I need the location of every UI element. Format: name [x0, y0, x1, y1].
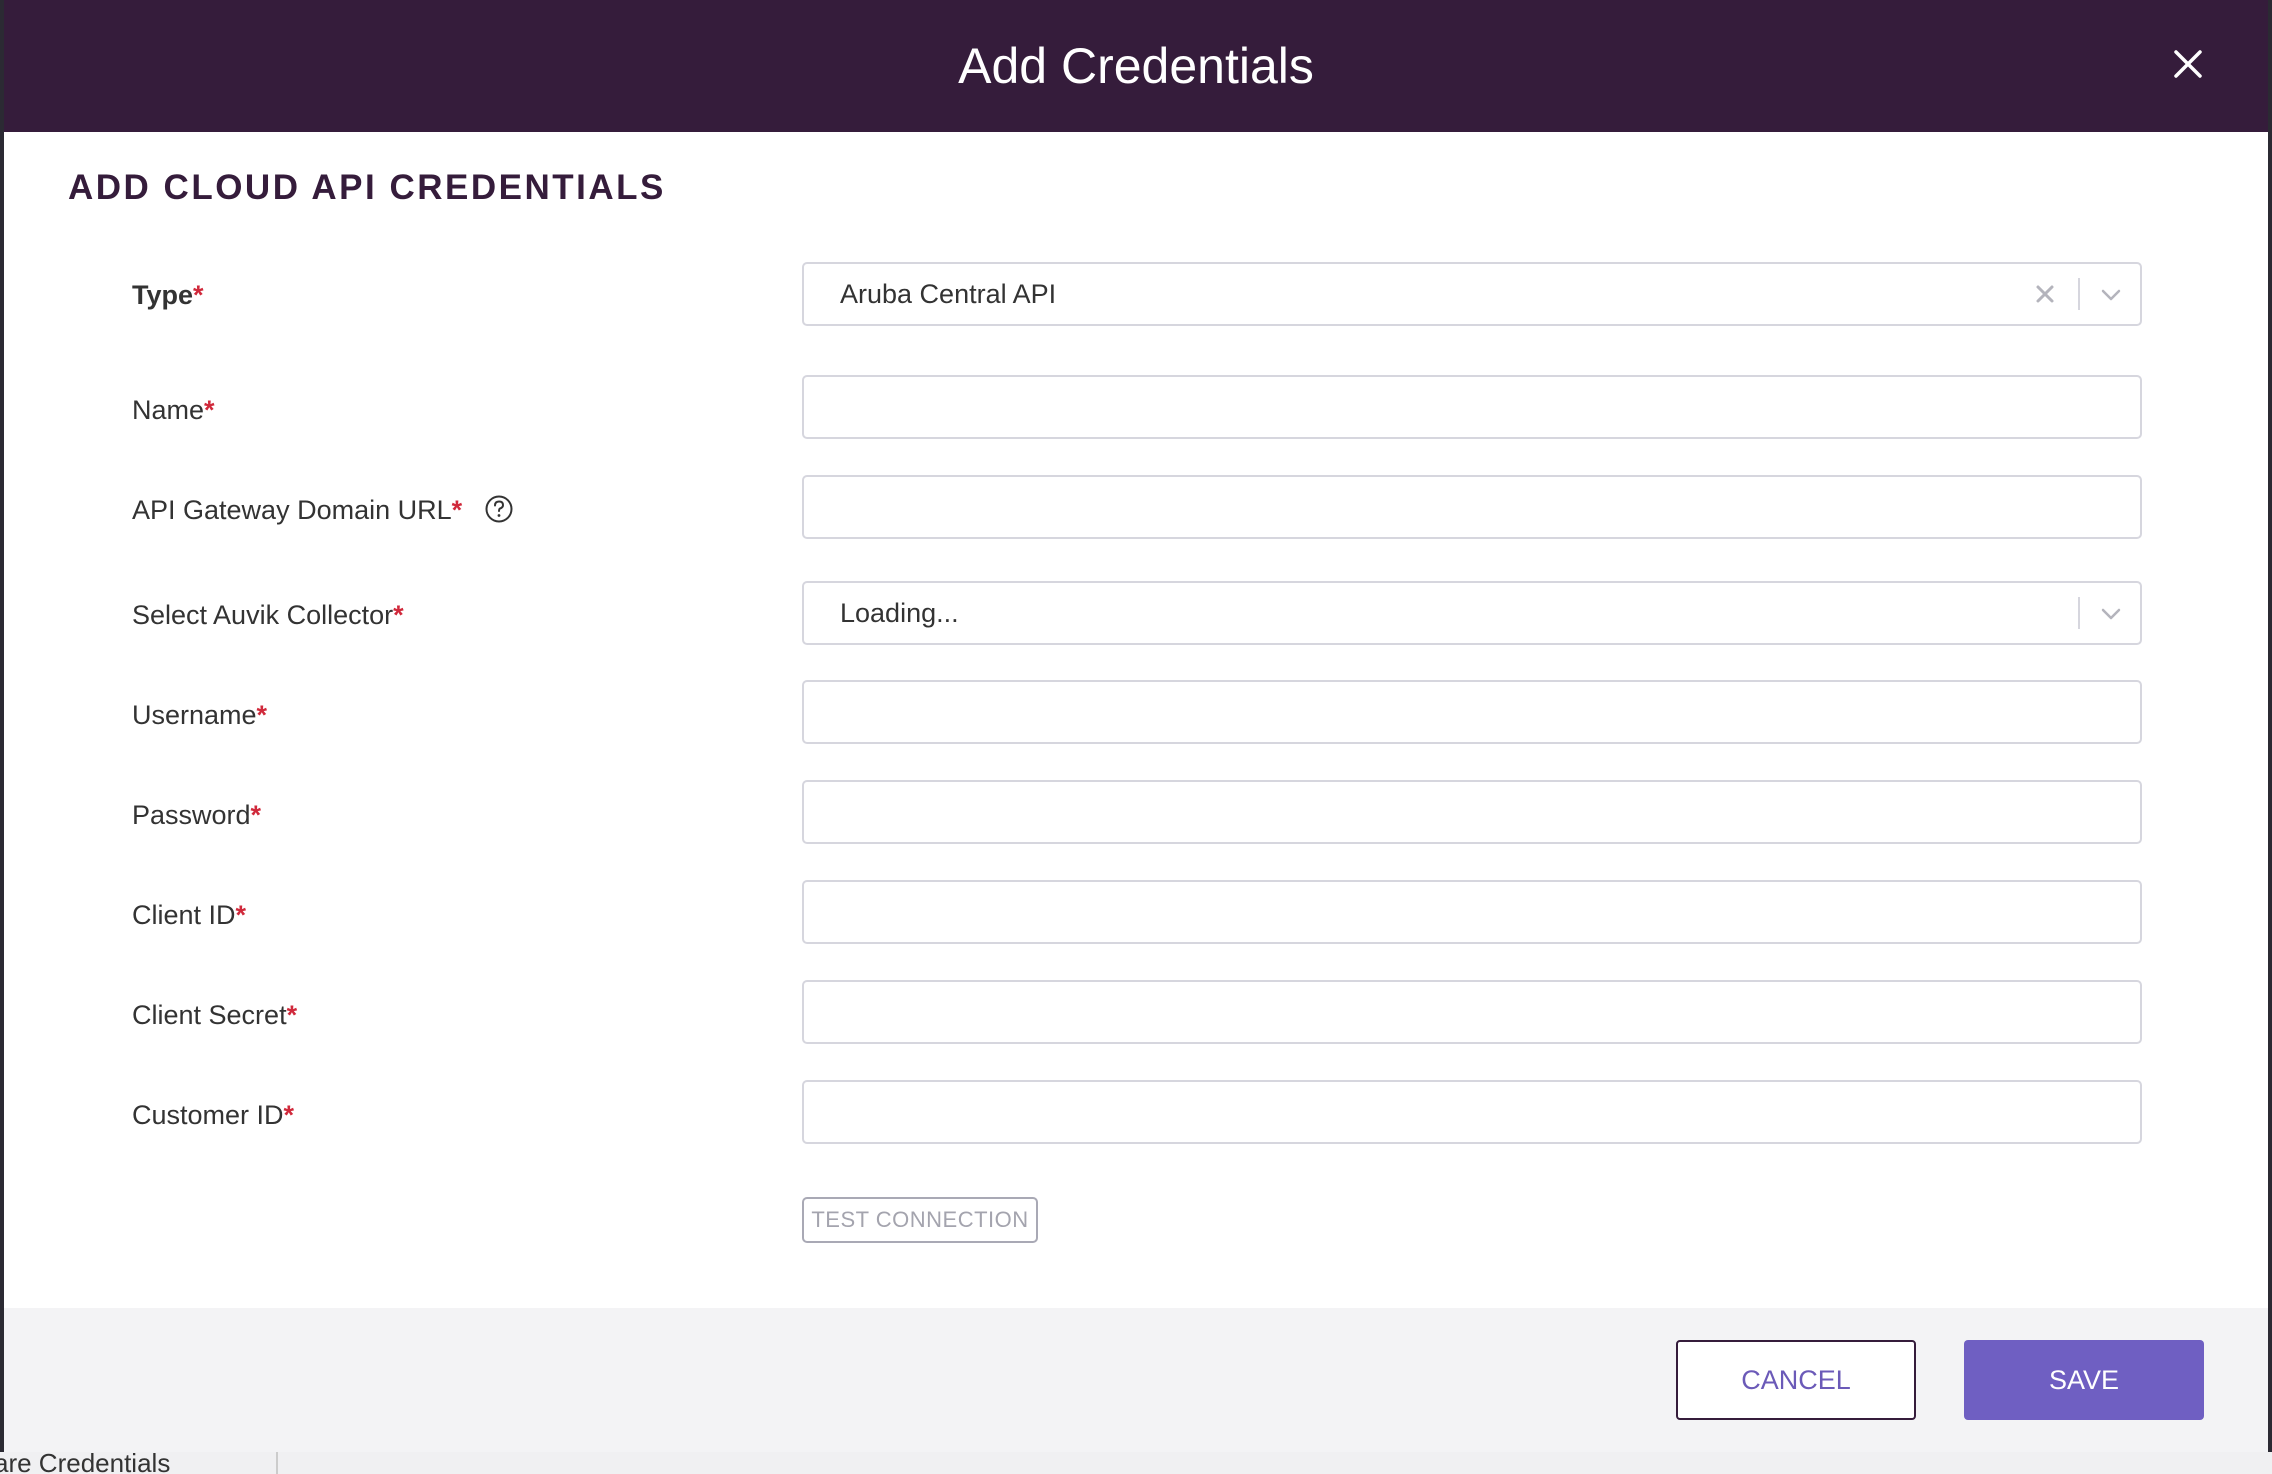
name-label-text: Name	[132, 395, 205, 425]
question-circle-icon[interactable]	[484, 494, 514, 524]
client-id-input[interactable]	[804, 882, 2140, 942]
name-label: Name*	[132, 390, 215, 430]
collector-dropdown-toggle[interactable]	[2098, 601, 2124, 627]
required-mark: *	[393, 600, 404, 630]
required-mark: *	[283, 1100, 295, 1130]
modal-footer: CANCEL SAVE	[4, 1308, 2268, 1452]
username-input[interactable]	[804, 682, 2140, 742]
client-secret-field-wrapper	[802, 980, 2142, 1044]
username-label: Username*	[132, 695, 267, 735]
collector-select-value: Loading...	[840, 598, 959, 628]
cancel-button[interactable]: CANCEL	[1676, 1340, 1916, 1420]
chevron-down-icon	[2101, 608, 2121, 620]
select-separator	[2078, 278, 2080, 310]
background-text: are Credentials	[0, 1452, 171, 1474]
client-secret-label-text: Client Secret	[132, 1000, 287, 1030]
api-gateway-input[interactable]	[804, 477, 2140, 537]
name-field-wrapper	[802, 375, 2142, 439]
required-mark: *	[256, 700, 268, 730]
modal-header: Add Credentials	[4, 0, 2268, 132]
background-page	[0, 1452, 2272, 1474]
save-button[interactable]: SAVE	[1964, 1340, 2204, 1420]
collector-label-text: Select Auvik Collector	[132, 600, 394, 630]
type-select-value: Aruba Central API	[840, 279, 1057, 309]
collector-label: Select Auvik Collector*	[132, 595, 404, 635]
password-input[interactable]	[804, 782, 2140, 842]
username-label-text: Username	[132, 700, 257, 730]
section-title: ADD CLOUD API CREDENTIALS	[68, 168, 666, 207]
background-divider	[276, 1452, 278, 1474]
collector-select[interactable]: Loading...	[802, 581, 2142, 645]
api-gateway-label-text: API Gateway Domain URL	[132, 495, 452, 525]
required-mark: *	[193, 280, 204, 310]
customer-id-field-wrapper	[802, 1080, 2142, 1144]
client-secret-input[interactable]	[804, 982, 2140, 1042]
required-mark: *	[204, 395, 215, 425]
required-mark: *	[250, 800, 262, 830]
test-connection-button[interactable]: TEST CONNECTION	[802, 1197, 1038, 1243]
password-label-text: Password	[132, 800, 251, 830]
type-label-text: Type	[132, 280, 194, 310]
customer-id-label: Customer ID*	[132, 1095, 294, 1135]
add-credentials-modal: Add Credentials ADD CLOUD API CREDENTIAL…	[4, 0, 2268, 1452]
username-field-wrapper	[802, 680, 2142, 744]
chevron-down-icon	[2101, 289, 2121, 301]
api-gateway-field-wrapper	[802, 475, 2142, 539]
client-secret-label: Client Secret*	[132, 995, 297, 1035]
type-select[interactable]: Aruba Central API	[802, 262, 2142, 326]
required-mark: *	[235, 900, 247, 930]
client-id-label-text: Client ID	[132, 900, 236, 930]
password-label: Password*	[132, 795, 261, 835]
customer-id-label-text: Customer ID	[132, 1100, 284, 1130]
modal-title: Add Credentials	[958, 38, 1314, 94]
close-button[interactable]	[2164, 40, 2212, 88]
clear-icon	[2036, 285, 2054, 303]
required-mark: *	[286, 1000, 298, 1030]
type-label: Type*	[132, 275, 204, 315]
required-mark: *	[451, 495, 463, 525]
client-id-label: Client ID*	[132, 895, 246, 935]
client-id-field-wrapper	[802, 880, 2142, 944]
type-dropdown-toggle[interactable]	[2098, 282, 2124, 308]
close-icon	[2174, 50, 2202, 78]
api-gateway-label: API Gateway Domain URL*	[132, 490, 514, 530]
select-separator	[2078, 597, 2080, 629]
customer-id-input[interactable]	[804, 1082, 2140, 1142]
name-input[interactable]	[804, 377, 2140, 437]
password-field-wrapper	[802, 780, 2142, 844]
clear-selection-button[interactable]	[2032, 281, 2058, 307]
